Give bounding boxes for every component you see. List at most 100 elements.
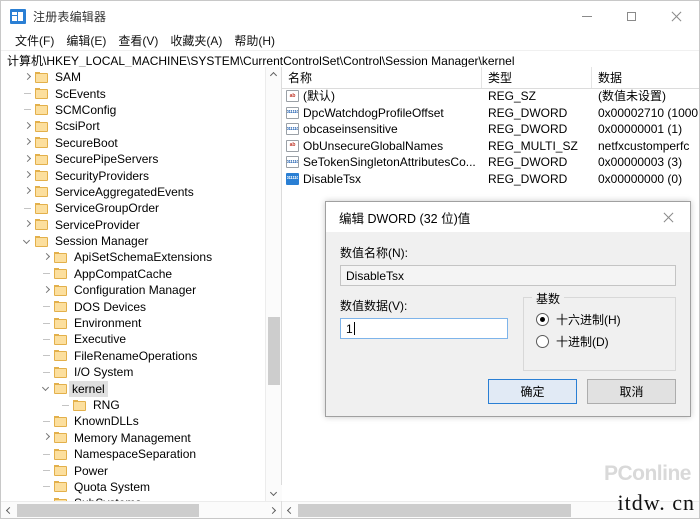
chevron-right-icon[interactable] — [19, 118, 35, 134]
chevron-down-icon[interactable] — [19, 233, 35, 249]
folder-icon — [35, 104, 48, 116]
table-row[interactable]: 011 110 obcaseinsensitive REG_DWORD 0x000000… — [282, 121, 699, 138]
dialog-body: 数值名称(N): DisableTsx 数值数据(V): 1 基数 十六进制(H… — [326, 232, 690, 418]
close-button[interactable] — [654, 1, 699, 31]
chevron-right-icon[interactable] — [19, 184, 35, 200]
chevron-right-icon[interactable] — [19, 69, 35, 85]
value-name-text: obcaseinsensitive — [303, 122, 398, 137]
tree-scroll-right-button[interactable] — [265, 502, 281, 518]
value-data-group: 数值数据(V): 1 — [340, 297, 508, 371]
tree-node[interactable]: AppCompatCache — [1, 266, 265, 282]
value-data-input[interactable]: 1 — [340, 318, 508, 339]
values-horizontal-scrollbar[interactable] — [282, 501, 699, 518]
tree-node[interactable]: KnownDLLs — [1, 413, 265, 429]
tree-horizontal-scrollbar[interactable] — [1, 501, 281, 518]
value-name-text: ObUnsecureGlobalNames — [303, 138, 444, 153]
chevron-right-icon[interactable] — [38, 282, 54, 298]
title-bar: 注册表编辑器 — [1, 1, 699, 31]
tree-node[interactable]: RNG — [1, 397, 265, 413]
tree-node-label: ServiceGroupOrder — [55, 201, 160, 216]
chevron-right-icon[interactable] — [19, 168, 35, 184]
tree-node-label: RNG — [93, 398, 120, 412]
tree-line-icon — [19, 200, 35, 216]
tree-node[interactable]: ServiceAggregatedEvents — [1, 184, 265, 200]
value-data-cell: netfxcustomperfc — [598, 138, 690, 153]
minimize-button[interactable] — [564, 1, 609, 31]
tree-node[interactable]: Power — [1, 462, 265, 478]
values-hscroll-thumb[interactable] — [298, 503, 571, 517]
table-row[interactable]: ab ObUnsecureGlobalNames REG_MULTI_SZ netfx… — [282, 138, 699, 155]
window-controls — [564, 1, 699, 31]
folder-icon — [35, 219, 48, 231]
column-header-data[interactable]: 数据 — [592, 67, 699, 88]
tree-node[interactable]: DOS Devices — [1, 298, 265, 314]
radio-decimal[interactable]: 十进制(D) — [536, 330, 665, 352]
tree-node[interactable]: SAM — [1, 69, 265, 85]
radio-selected-icon — [536, 312, 549, 326]
tree-node[interactable]: NamespaceSeparation — [1, 446, 265, 462]
tree-node[interactable]: ScsiPort — [1, 118, 265, 134]
tree-node[interactable]: SCMConfig — [1, 102, 265, 118]
chevron-right-icon[interactable] — [38, 249, 54, 265]
tree-node[interactable]: Memory Management — [1, 430, 265, 446]
tree-node[interactable]: kernel — [1, 380, 265, 397]
dialog-middle-row: 数值数据(V): 1 基数 十六进制(H) 十进制(D) — [340, 290, 676, 371]
table-row[interactable]: 011 110 DisableTsx REG_DWORD 0x00000000 (0) — [282, 171, 699, 188]
table-row[interactable]: 011 110 SeTokenSingletonAttributesCo... REG… — [282, 154, 699, 171]
tree-node-label: kernel — [69, 380, 108, 397]
value-type-cell: REG_SZ — [488, 89, 537, 104]
tree-scroll-left-button[interactable] — [1, 502, 17, 518]
menu-file[interactable]: 文件(F) — [9, 31, 60, 50]
chevron-right-icon[interactable] — [19, 135, 35, 151]
value-name-input[interactable]: DisableTsx — [340, 265, 676, 286]
tree-vertical-scrollbar[interactable] — [265, 67, 282, 501]
chevron-down-icon[interactable] — [38, 381, 54, 397]
tree-hscroll-thumb[interactable] — [17, 503, 199, 517]
text-caret — [353, 322, 355, 335]
column-header-name[interactable]: 名称 — [282, 67, 482, 88]
values-scroll-left-button[interactable] — [282, 502, 298, 518]
column-header-type[interactable]: 类型 — [482, 67, 592, 88]
registry-tree[interactable]: SAM ScEvents SCMConfig ScsiPort SecureBoot Se… — [1, 67, 265, 501]
tree-node-label: I/O System — [74, 365, 134, 380]
tree-node[interactable]: SecurePipeServers — [1, 151, 265, 167]
folder-icon — [35, 137, 48, 149]
table-row[interactable]: ab (默认) REG_SZ (数值未设置) — [282, 88, 699, 105]
maximize-button[interactable] — [609, 1, 654, 31]
tree-scroll-down-button[interactable] — [266, 485, 282, 501]
tree-node[interactable]: SecurityProviders — [1, 167, 265, 183]
cancel-button[interactable]: 取消 — [587, 379, 676, 404]
tree-node[interactable]: Environment — [1, 315, 265, 331]
tree-node[interactable]: Configuration Manager — [1, 282, 265, 298]
dialog-close-button[interactable] — [646, 202, 690, 232]
dialog-title: 编辑 DWORD (32 位)值 — [339, 211, 471, 226]
tree-line-icon — [38, 446, 54, 462]
ok-button[interactable]: 确定 — [488, 379, 577, 404]
tree-node[interactable]: SecureBoot — [1, 135, 265, 151]
tree-node[interactable]: ScEvents — [1, 85, 265, 101]
tree-node-label: SCMConfig — [55, 102, 117, 117]
tree-scroll-thumb[interactable] — [268, 317, 280, 385]
tree-node[interactable]: Session Manager — [1, 233, 265, 249]
tree-node[interactable]: Executive — [1, 331, 265, 347]
table-row[interactable]: 011 110 DpcWatchdogProfileOffset REG_DWORD 0… — [282, 105, 699, 122]
menu-view[interactable]: 查看(V) — [112, 31, 164, 50]
menu-bar: 文件(F) 编辑(E) 查看(V) 收藏夹(A) 帮助(H) — [1, 31, 699, 50]
radio-hexadecimal[interactable]: 十六进制(H) — [536, 308, 665, 330]
menu-help[interactable]: 帮助(H) — [228, 31, 281, 50]
chevron-right-icon[interactable] — [19, 217, 35, 233]
tree-node[interactable]: ServiceProvider — [1, 217, 265, 233]
value-name-cell: 011 110 DpcWatchdogProfileOffset — [282, 105, 482, 121]
tree-node[interactable]: I/O System — [1, 364, 265, 380]
tree-node[interactable]: FileRenameOperations — [1, 348, 265, 364]
menu-favorites[interactable]: 收藏夹(A) — [164, 31, 228, 50]
tree-node[interactable]: Quota System — [1, 479, 265, 495]
tree-node[interactable]: ServiceGroupOrder — [1, 200, 265, 216]
tree-node[interactable]: ApiSetSchemaExtensions — [1, 249, 265, 265]
chevron-right-icon[interactable] — [19, 151, 35, 167]
tree-scroll-up-button[interactable] — [266, 67, 281, 83]
value-name-cell: 011 110 SeTokenSingletonAttributesCo... — [282, 154, 482, 170]
menu-edit[interactable]: 编辑(E) — [60, 31, 112, 50]
chevron-right-icon[interactable] — [38, 430, 54, 446]
tree-line-icon — [38, 364, 54, 380]
